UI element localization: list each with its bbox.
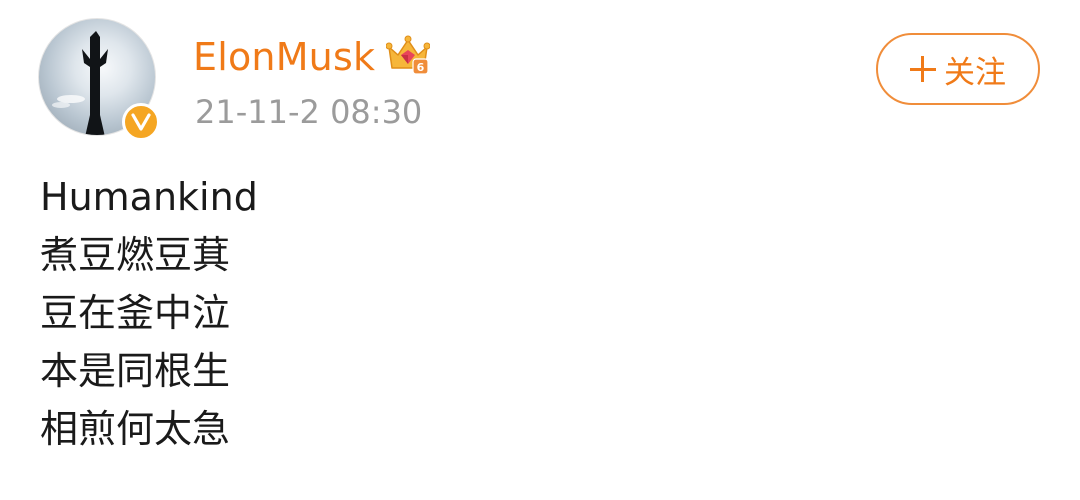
- verified-v-icon: [131, 113, 151, 131]
- post-line: Humankind: [40, 175, 258, 219]
- verified-badge-icon: [122, 103, 160, 141]
- post-text: Humankind 煮豆燃豆萁 豆在釜中泣 本是同根生 相煎何太急: [40, 168, 258, 458]
- avatar-container[interactable]: [38, 18, 160, 141]
- post-line: 豆在釜中泣: [40, 291, 231, 335]
- follow-button[interactable]: 关注: [876, 33, 1040, 105]
- post-line: 本是同根生: [40, 349, 231, 393]
- weibo-post: ElonMusk 6 21-11-2 08:30 关注 Humankind 煮豆…: [0, 0, 1080, 500]
- follow-button-label: 关注: [944, 54, 1006, 91]
- post-line: 相煎何太急: [40, 407, 231, 451]
- post-line: 煮豆燃豆萁: [40, 233, 231, 277]
- username[interactable]: ElonMusk: [193, 34, 375, 80]
- plus-icon: [910, 56, 936, 82]
- post-timestamp[interactable]: 21-11-2 08:30: [195, 92, 422, 132]
- vip-level-text: 6: [417, 61, 425, 74]
- vip-crown-icon[interactable]: 6: [386, 34, 430, 76]
